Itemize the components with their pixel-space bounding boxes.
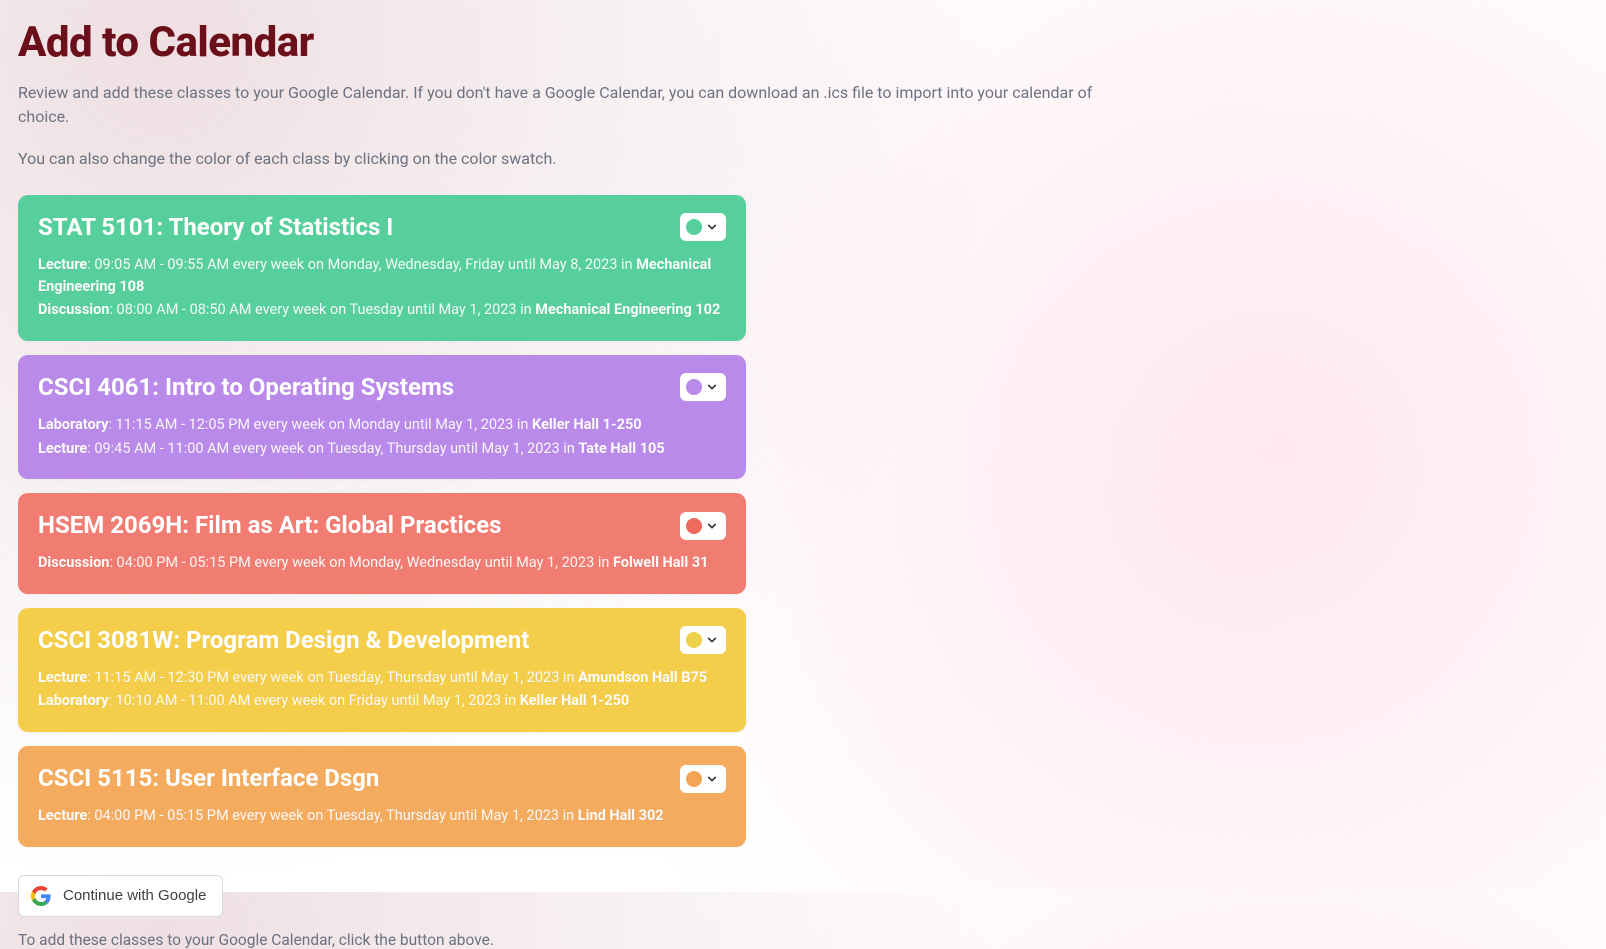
color-picker-button[interactable] (680, 512, 726, 540)
color-swatch (686, 379, 702, 395)
session-line: Discussion: 08:00 AM - 08:50 AM every we… (38, 299, 726, 321)
class-card-header: STAT 5101: Theory of Statistics I (38, 213, 726, 242)
class-card: CSCI 3081W: Program Design & Development… (18, 608, 746, 732)
session-line: Laboratory: 10:10 AM - 11:00 AM every we… (38, 690, 726, 712)
class-card: CSCI 4061: Intro to Operating Systems Lab… (18, 355, 746, 479)
session-line: Lecture: 09:45 AM - 11:00 AM every week … (38, 438, 726, 460)
page-intro-1: Review and add these classes to your Goo… (18, 81, 1118, 129)
google-button-label: Continue with Google (63, 887, 206, 904)
session-details: : 10:10 AM - 11:00 AM every week on Frid… (108, 692, 519, 709)
session-location: Tate Hall 105 (578, 440, 664, 457)
class-card: STAT 5101: Theory of Statistics I Lecture… (18, 195, 746, 341)
page-intro-2: You can also change the color of each cl… (18, 147, 1118, 171)
footnote-text: To add these classes to your Google Cale… (18, 931, 1588, 949)
session-line: Discussion: 04:00 PM - 05:15 PM every we… (38, 552, 726, 574)
class-card: CSCI 5115: User Interface Dsgn Lecture: 0… (18, 746, 746, 847)
page-title: Add to Calendar (18, 18, 1588, 67)
color-swatch (686, 771, 702, 787)
session-details: : 11:15 AM - 12:05 PM every week on Mond… (108, 416, 532, 433)
session-line: Lecture: 04:00 PM - 05:15 PM every week … (38, 805, 726, 827)
continue-with-google-button[interactable]: Continue with Google (18, 875, 223, 917)
class-title: STAT 5101: Theory of Statistics I (38, 213, 393, 242)
class-card-header: HSEM 2069H: Film as Art: Global Practice… (38, 511, 726, 540)
session-type: Lecture (38, 669, 87, 686)
session-details: : 04:00 PM - 05:15 PM every week on Mond… (109, 554, 613, 571)
session-type: Discussion (38, 554, 109, 571)
color-swatch (686, 632, 702, 648)
google-logo-icon (31, 886, 51, 906)
class-card-header: CSCI 4061: Intro to Operating Systems (38, 373, 726, 402)
color-picker-button[interactable] (680, 373, 726, 401)
chevron-down-icon (706, 221, 718, 233)
session-location: Amundson Hall B75 (578, 669, 707, 686)
chevron-down-icon (706, 634, 718, 646)
session-type: Discussion (38, 301, 109, 318)
chevron-down-icon (706, 773, 718, 785)
chevron-down-icon (706, 520, 718, 532)
class-card-header: CSCI 5115: User Interface Dsgn (38, 764, 726, 793)
session-location: Keller Hall 1-250 (532, 416, 642, 433)
class-title: HSEM 2069H: Film as Art: Global Practice… (38, 511, 501, 540)
session-location: Keller Hall 1-250 (520, 692, 630, 709)
session-details: : 08:00 AM - 08:50 AM every week on Tues… (109, 301, 535, 318)
session-line: Lecture: 11:15 AM - 12:30 PM every week … (38, 667, 726, 689)
session-location: Mechanical Engineering 102 (535, 301, 720, 318)
session-details: : 04:00 PM - 05:15 PM every week on Tues… (87, 807, 578, 824)
class-cards-list: STAT 5101: Theory of Statistics I Lecture… (18, 195, 746, 847)
class-title: CSCI 3081W: Program Design & Development (38, 626, 529, 655)
session-details: : 09:45 AM - 11:00 AM every week on Tues… (87, 440, 578, 457)
class-card-header: CSCI 3081W: Program Design & Development (38, 626, 726, 655)
session-location: Lind Hall 302 (578, 807, 664, 824)
session-type: Laboratory (38, 416, 108, 433)
session-details: : 09:05 AM - 09:55 AM every week on Mond… (87, 256, 636, 273)
session-line: Lecture: 09:05 AM - 09:55 AM every week … (38, 254, 726, 298)
session-location: Folwell Hall 31 (613, 554, 709, 571)
color-swatch (686, 219, 702, 235)
session-line: Laboratory: 11:15 AM - 12:05 PM every we… (38, 414, 726, 436)
class-card: HSEM 2069H: Film as Art: Global Practice… (18, 493, 746, 594)
session-type: Lecture (38, 807, 87, 824)
color-swatch (686, 518, 702, 534)
color-picker-button[interactable] (680, 213, 726, 241)
session-type: Laboratory (38, 692, 108, 709)
color-picker-button[interactable] (680, 765, 726, 793)
class-title: CSCI 5115: User Interface Dsgn (38, 764, 379, 793)
session-details: : 11:15 AM - 12:30 PM every week on Tues… (87, 669, 578, 686)
chevron-down-icon (706, 381, 718, 393)
color-picker-button[interactable] (680, 626, 726, 654)
class-title: CSCI 4061: Intro to Operating Systems (38, 373, 454, 402)
session-type: Lecture (38, 440, 87, 457)
session-type: Lecture (38, 256, 87, 273)
